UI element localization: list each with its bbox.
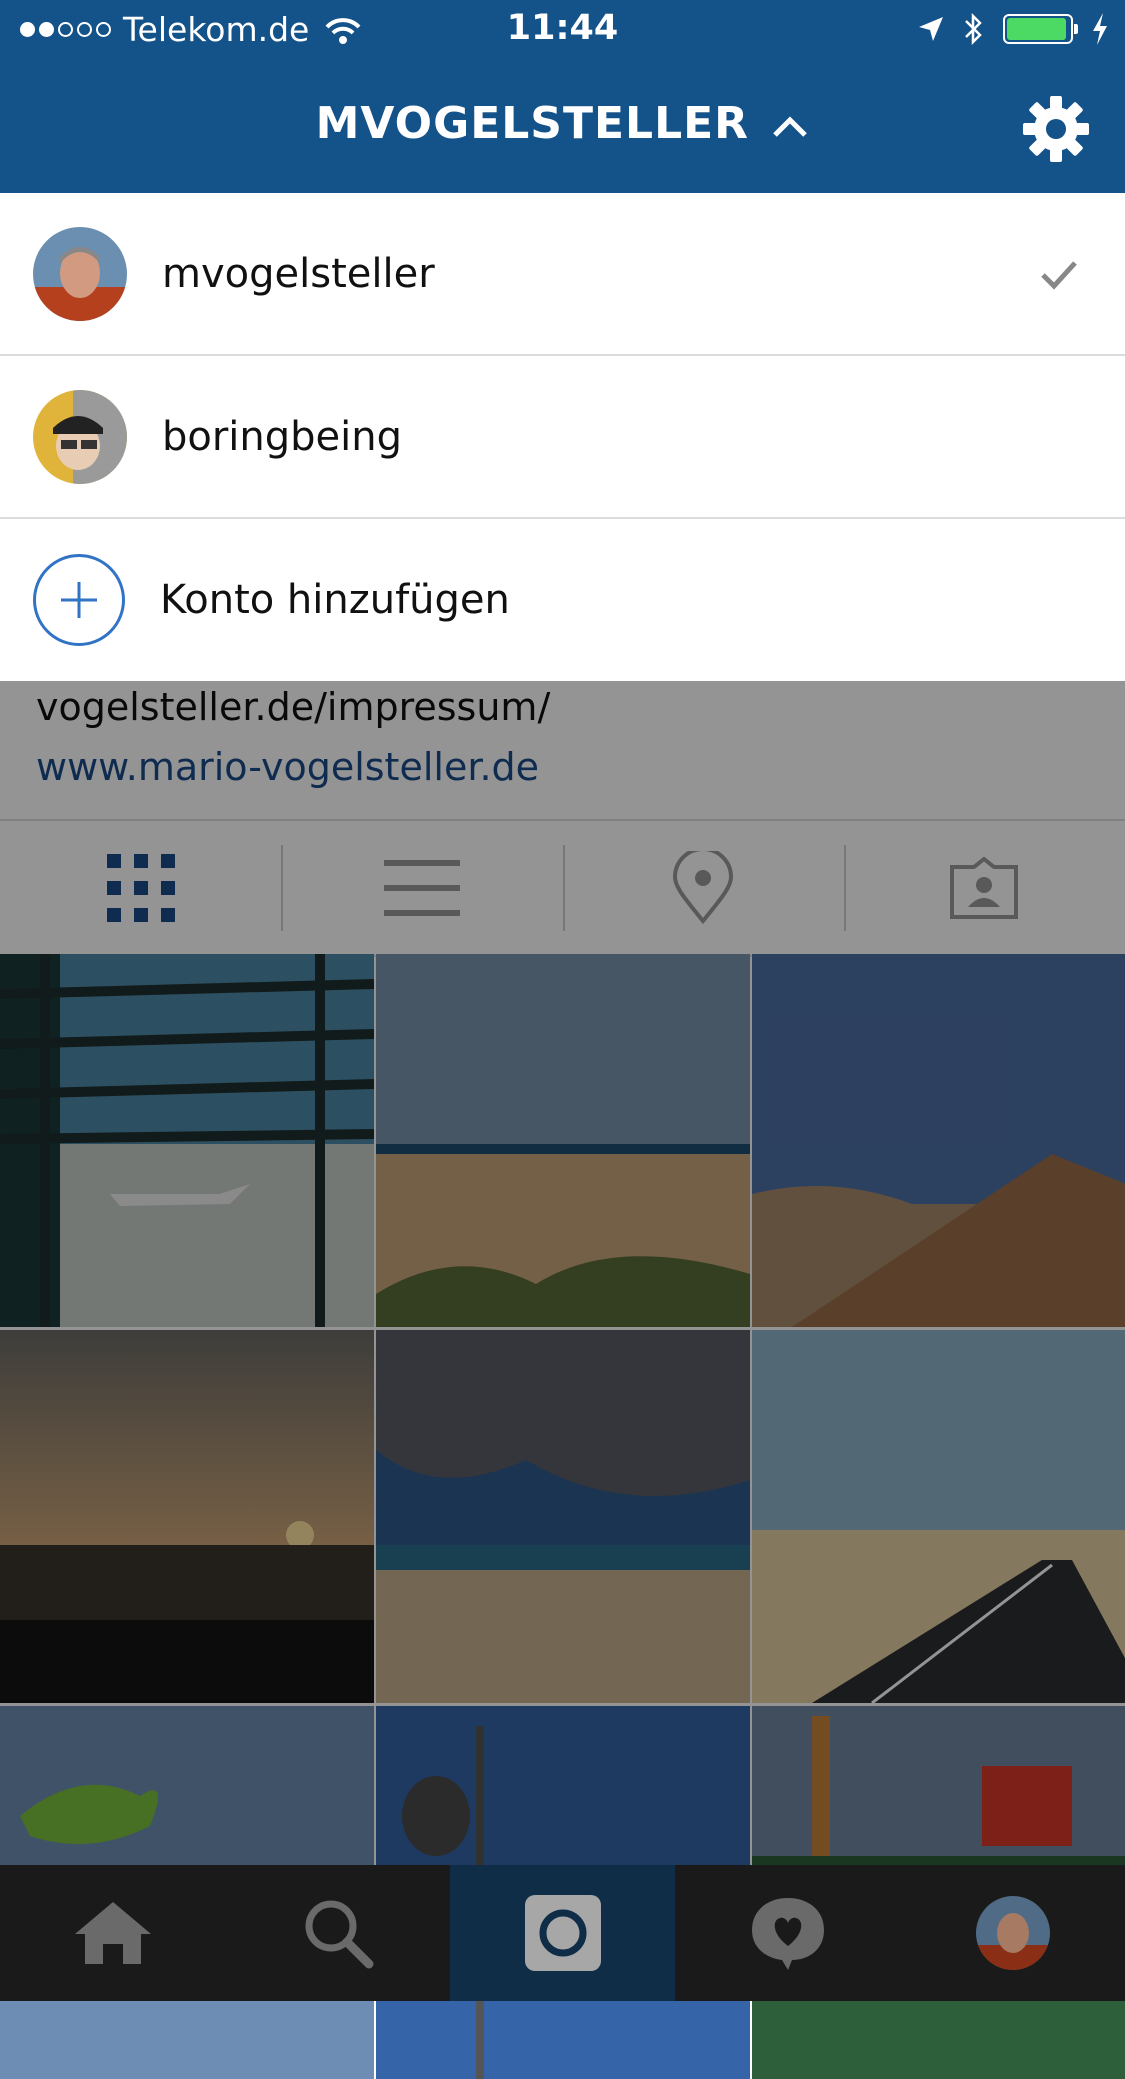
dim-overlay[interactable] [0,677,1125,2001]
checkmark-icon [1041,261,1077,290]
avatar [33,389,127,484]
search-icon [305,1900,373,1969]
account-username: mvogelsteller [162,250,435,297]
account-row[interactable]: boringbeing [0,356,1125,519]
bottom-nav [0,1865,1125,2001]
add-account-row[interactable]: Konto hinzufügen [0,519,1125,681]
camera-icon [524,1895,601,1971]
avatar [33,226,127,321]
home-icon [74,1902,151,1964]
nav-camera[interactable] [450,1865,675,2001]
nav-activity[interactable] [675,1865,900,2001]
plus-circle-icon [33,554,125,646]
location-arrow-icon [919,17,943,41]
activity-heart-icon [751,1898,824,1970]
nav-profile[interactable] [900,1865,1125,2001]
profile-avatar [975,1896,1050,1970]
gear-icon[interactable] [1021,94,1091,164]
account-username: boringbeing [162,413,403,460]
add-account-label: Konto hinzufügen [160,577,510,623]
bluetooth-icon [965,12,982,46]
battery-icon [1003,14,1078,44]
charging-bolt-icon [1093,13,1107,45]
status-bar: Telekom.de 11:44 [0,0,1125,60]
top-bar: Telekom.de 11:44 MVOGELSTELLER [0,0,1125,193]
nav-search[interactable] [225,1865,450,2001]
account-row[interactable]: mvogelsteller [0,193,1125,356]
account-menu: mvogelsteller boringbeing Konto hinzufüg… [0,193,1125,681]
account-switcher[interactable]: MVOGELSTELLER [0,98,1125,149]
nav-home[interactable] [0,1865,225,2001]
page-title: MVOGELSTELLER [315,98,750,149]
chevron-up-icon [773,116,808,137]
